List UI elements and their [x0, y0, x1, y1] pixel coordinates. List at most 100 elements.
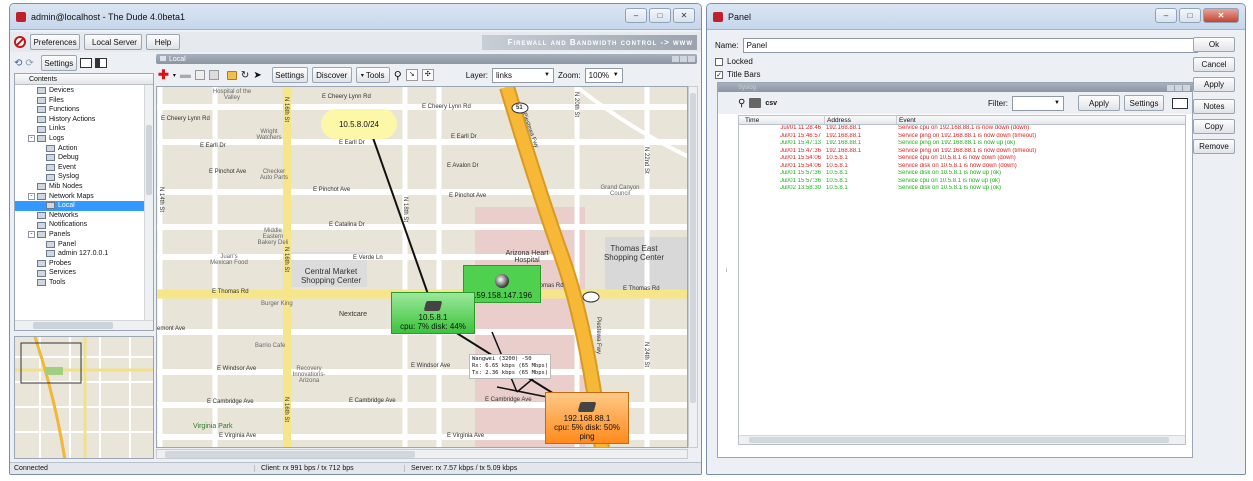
syslog-row[interactable]: Jul/01 11:28:46 192.168.88.1 Service cpu o… — [739, 125, 1185, 133]
help-button[interactable]: Help — [146, 34, 180, 50]
tree-item[interactable]: Syslog — [15, 172, 153, 182]
print-icon[interactable] — [749, 98, 762, 108]
tree-item[interactable]: Tools — [15, 278, 153, 288]
syslog-row[interactable]: Jul/01 15:47:36 192.168.88.1 Service ping … — [739, 148, 1185, 156]
tree-item[interactable]: Local — [15, 201, 153, 211]
maximize-button[interactable]: □ — [649, 8, 671, 23]
tree-item[interactable]: Action — [15, 144, 153, 154]
auto-layout-icon[interactable]: ✣ — [421, 69, 434, 81]
layer-select[interactable]: links ▼ — [492, 67, 554, 83]
forward-icon[interactable]: ⟳ — [25, 58, 33, 69]
tree-item[interactable]: - Network Maps — [15, 192, 153, 202]
panel-split-icon[interactable] — [94, 58, 107, 68]
disconnect-icon[interactable] — [14, 36, 26, 48]
rotate-icon[interactable]: ↻ — [241, 70, 249, 81]
syslog-row[interactable]: Jul/01 15:57:36 10.5.8.1 Service cpu on 10… — [739, 178, 1185, 186]
col-event[interactable]: Event — [896, 116, 1185, 124]
pointer-icon[interactable]: ➤ — [253, 70, 261, 81]
close-button[interactable]: ✕ — [673, 8, 695, 23]
tree-item[interactable]: - Panels — [15, 230, 153, 240]
tree-item[interactable]: Services — [15, 268, 153, 278]
tree-item[interactable]: Notifications — [15, 220, 153, 230]
remove-icon[interactable]: ▬ — [180, 69, 191, 81]
map-vscroll-thumb[interactable] — [690, 93, 696, 403]
map-settings-button[interactable]: Settings — [271, 67, 308, 83]
tree-item[interactable]: Functions — [15, 105, 153, 115]
tree-item[interactable]: - Logs — [15, 134, 153, 144]
tree-hscroll-thumb[interactable] — [33, 322, 113, 329]
panel-close-button[interactable]: ✕ — [1203, 8, 1239, 23]
syslog-hscroll-thumb[interactable] — [749, 437, 1169, 443]
syslog-hscroll[interactable] — [739, 435, 1185, 444]
preferences-button[interactable]: Preferences — [30, 34, 80, 50]
tools-button[interactable]: ▾ Tools — [355, 67, 390, 83]
network-cloud[interactable]: 10.5.8.0/24 — [323, 111, 395, 137]
tree-expander-icon[interactable]: - — [28, 192, 35, 200]
find-icon[interactable]: ⚲ — [394, 69, 402, 82]
add-icon[interactable]: ✚ — [158, 67, 169, 83]
locked-row[interactable]: Locked — [715, 57, 753, 66]
tree-item[interactable]: Devices — [15, 86, 153, 96]
minimap[interactable] — [14, 336, 154, 459]
remove-button[interactable]: Remove — [1193, 139, 1235, 154]
tree-item[interactable]: History Actions — [15, 115, 153, 125]
tree-item[interactable]: Panel — [15, 240, 153, 250]
tree-item[interactable]: Debug — [15, 153, 153, 163]
tree-item[interactable]: Event — [15, 163, 153, 173]
discover-button[interactable]: Discover — [311, 67, 352, 83]
tree-expander-icon[interactable]: - — [28, 135, 35, 143]
columns-icon[interactable] — [1172, 97, 1188, 109]
title-bars-checkbox[interactable]: ✓ — [715, 70, 723, 79]
syslog-row[interactable]: Jul/02 13:58:30 10.5.8.1 Service disk on 1… — [739, 185, 1185, 193]
local-server-button[interactable]: Local Server — [84, 34, 142, 50]
map-hscroll-thumb[interactable] — [165, 451, 415, 458]
syslog-pane-controls[interactable] — [1167, 84, 1192, 91]
tree-item[interactable]: admin 127.0.0.1 — [15, 249, 153, 259]
device-node-c[interactable]: 192.168.88.1 cpu: 5% disk: 50% ping — [545, 392, 629, 444]
panel-minimize-button[interactable]: – — [1155, 8, 1177, 23]
lock-icon[interactable] — [226, 70, 237, 80]
tree-item[interactable]: Files — [15, 96, 153, 106]
map-tab-local[interactable]: Local — [160, 55, 186, 63]
tree-item[interactable]: Mib Nodes — [15, 182, 153, 192]
panel-layout-icon[interactable] — [79, 58, 92, 68]
paste-icon[interactable] — [208, 70, 219, 80]
syslog-row[interactable]: Jul/01 15:47:13 192.168.88.1 Service ping … — [739, 140, 1185, 148]
syslog-settings-button[interactable]: Settings — [1124, 95, 1164, 111]
find-icon[interactable]: ⚲ — [738, 98, 745, 109]
syslog-row[interactable]: Jul/01 15:54:06 10.5.8.1 Service disk on 1… — [739, 163, 1185, 171]
map-tab-controls[interactable] — [672, 56, 697, 62]
panel-name-input[interactable]: Panel — [742, 38, 1198, 53]
tree-item[interactable]: Links — [15, 124, 153, 134]
notes-button[interactable]: Notes — [1193, 99, 1235, 114]
device-node-b[interactable]: 10.5.8.1 cpu: 7% disk: 44% — [391, 292, 475, 334]
tree-item[interactable]: Networks — [15, 211, 153, 221]
left-settings-button[interactable]: Settings — [40, 55, 77, 71]
syslog-apply-button[interactable]: Apply — [1078, 95, 1120, 111]
title-bars-row[interactable]: ✓ Title Bars — [715, 70, 761, 79]
tree-hscroll[interactable] — [15, 320, 153, 330]
cancel-button[interactable]: Cancel — [1193, 57, 1235, 72]
tree-vscroll[interactable] — [144, 85, 153, 320]
tree-expander-icon[interactable]: - — [28, 231, 35, 239]
ok-button[interactable]: Ok — [1193, 37, 1235, 52]
dude-titlebar[interactable]: admin@localhost - The Dude 4.0beta1 – □ … — [10, 4, 701, 30]
panel-maximize-button[interactable]: □ — [1179, 8, 1201, 23]
zoom-select[interactable]: 100% ▼ — [584, 67, 623, 83]
copy-icon[interactable] — [194, 70, 205, 80]
filter-select[interactable]: ▼ — [1012, 95, 1064, 111]
back-icon[interactable]: ⟲ — [14, 58, 22, 69]
syslog-row[interactable]: Jul/01 15:57:36 10.5.8.1 Service disk on 1… — [739, 170, 1185, 178]
network-map[interactable]: E Cheery Lynn Rd E Cheery Lynn Rd E Chee… — [156, 86, 688, 448]
col-address[interactable]: Address — [824, 116, 896, 124]
apply-button[interactable]: Apply — [1193, 77, 1235, 92]
csv-button[interactable]: csv — [765, 100, 777, 107]
minimize-button[interactable]: – — [625, 8, 647, 23]
tree-item[interactable]: Probes — [15, 259, 153, 269]
link-mode-icon[interactable]: ↘ — [405, 69, 418, 81]
locked-checkbox[interactable] — [715, 57, 723, 66]
tree-vscroll-thumb[interactable] — [146, 125, 152, 195]
copy-button[interactable]: Copy — [1193, 119, 1235, 134]
syslog-row[interactable]: Jul/01 15:46:57 192.168.88.1 Service ping … — [739, 133, 1185, 141]
map-vscroll[interactable] — [688, 86, 698, 448]
